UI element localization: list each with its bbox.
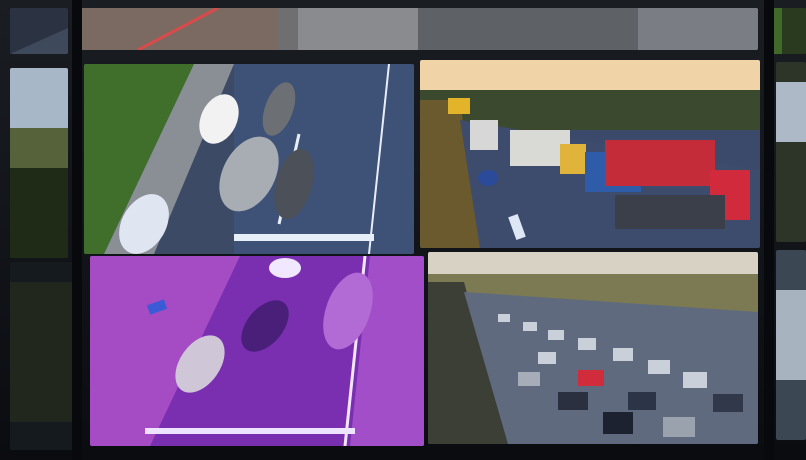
feed-highway-shoulder — [84, 64, 414, 254]
feed-right-lower — [776, 250, 806, 440]
bezel-right — [764, 0, 774, 460]
feed-top-left — [10, 8, 68, 54]
feed-truck-queue — [420, 60, 760, 248]
bezel-left — [72, 0, 82, 460]
feed-top-strip — [78, 8, 758, 50]
feed-traffic-jam — [428, 252, 758, 444]
feed-night-purple — [90, 256, 424, 446]
feed-left-lower — [10, 262, 76, 450]
feed-top-right — [772, 8, 806, 54]
feed-right-upper — [776, 62, 806, 242]
feed-left-upper — [10, 68, 68, 258]
